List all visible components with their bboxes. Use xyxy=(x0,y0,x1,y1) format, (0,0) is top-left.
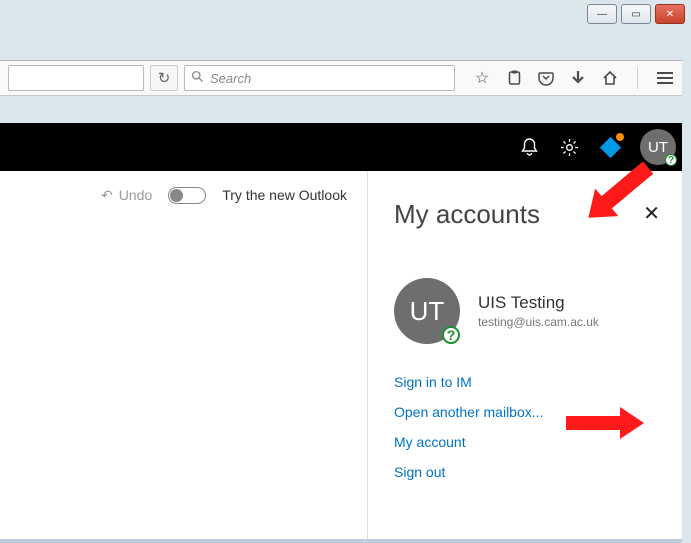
toolbar-divider xyxy=(637,67,638,89)
user-email: testing@uis.cam.ac.uk xyxy=(478,315,599,329)
bookmark-icon[interactable]: ☆ xyxy=(473,69,491,87)
minimize-button[interactable]: — xyxy=(587,4,617,24)
sign-out-link[interactable]: Sign out xyxy=(394,464,656,480)
mail-content-area xyxy=(0,219,367,539)
search-placeholder: Search xyxy=(210,71,251,86)
panel-title: My accounts xyxy=(394,199,656,230)
user-block: UT ? UIS Testing testing@uis.cam.ac.uk xyxy=(394,278,656,344)
sign-in-im-link[interactable]: Sign in to IM xyxy=(394,374,656,390)
outlook-toolbar: ↶ Undo Try the new Outlook xyxy=(0,171,367,219)
try-new-outlook-label: Try the new Outlook xyxy=(222,187,347,203)
close-panel-button[interactable]: ✕ xyxy=(643,201,660,226)
settings-button[interactable] xyxy=(558,136,580,158)
undo-icon: ↶ xyxy=(101,187,113,204)
notifications-button[interactable] xyxy=(518,136,540,158)
browser-toolbar: ↻ Search ☆ xyxy=(0,60,682,96)
undo-label: Undo xyxy=(119,187,152,203)
avatar-large-initials: UT xyxy=(410,296,445,327)
user-name: UIS Testing xyxy=(478,293,599,313)
presence-indicator: ? xyxy=(665,154,677,166)
my-accounts-panel: My accounts ✕ UT ? UIS Testing testing@u… xyxy=(367,171,682,539)
search-icon xyxy=(191,70,204,86)
reload-button[interactable]: ↻ xyxy=(150,65,178,91)
open-another-mailbox-link[interactable]: Open another mailbox... xyxy=(394,404,656,420)
window-controls: — ▭ ✕ xyxy=(587,0,691,28)
menu-button[interactable] xyxy=(656,69,674,87)
user-info: UIS Testing testing@uis.cam.ac.uk xyxy=(478,293,599,329)
presence-indicator-large: ? xyxy=(442,326,460,344)
account-links: Sign in to IM Open another mailbox... My… xyxy=(394,374,656,480)
try-new-outlook-toggle[interactable] xyxy=(168,187,206,204)
home-icon[interactable] xyxy=(601,69,619,87)
undo-button[interactable]: ↶ Undo xyxy=(101,187,152,204)
profile-avatar[interactable]: UT ? xyxy=(640,129,676,165)
downloads-icon[interactable] xyxy=(569,69,587,87)
url-input[interactable] xyxy=(8,65,144,91)
bottom-border xyxy=(0,539,682,543)
user-avatar-large[interactable]: UT ? xyxy=(394,278,460,344)
maximize-button[interactable]: ▭ xyxy=(621,4,651,24)
my-account-link[interactable]: My account xyxy=(394,434,656,450)
toolbar-icons: ☆ xyxy=(461,67,674,89)
close-window-button[interactable]: ✕ xyxy=(655,4,685,24)
app-header: UT ? xyxy=(0,123,682,171)
clipboard-icon[interactable] xyxy=(505,69,523,87)
avatar-initials: UT xyxy=(648,139,668,156)
search-box[interactable]: Search xyxy=(184,65,455,91)
whats-new-button[interactable] xyxy=(598,135,622,159)
pocket-icon[interactable] xyxy=(537,69,555,87)
